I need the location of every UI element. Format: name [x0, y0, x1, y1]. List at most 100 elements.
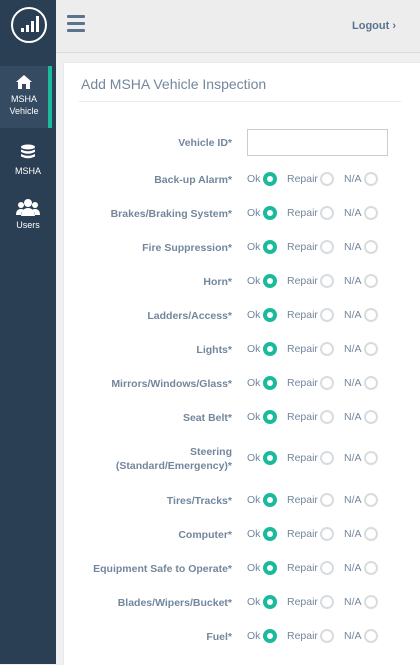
- seat-belt-ok-radio[interactable]: [263, 410, 277, 424]
- repair-option-label: Repair: [287, 411, 318, 423]
- inspection-item-label: Steering (Standard/Emergency)*: [116, 445, 232, 473]
- fuel-na-radio[interactable]: [364, 629, 378, 643]
- menu-toggle-icon[interactable]: [67, 15, 85, 32]
- ok-option-label: Ok: [247, 596, 261, 608]
- home-icon: [16, 75, 32, 89]
- na-option-label: N/A: [344, 596, 362, 608]
- ok-option-label: Ok: [247, 494, 261, 506]
- sidebar-item-label: Vehicle: [9, 106, 39, 116]
- computer-ok-radio[interactable]: [263, 527, 277, 541]
- ok-option-label: Ok: [247, 630, 261, 642]
- repair-option-label: Repair: [287, 207, 318, 219]
- inspection-item-label: Computer*: [178, 529, 232, 541]
- seat-belt-na-radio[interactable]: [364, 410, 378, 424]
- app-logo[interactable]: [11, 7, 47, 43]
- blades-wipers-bucket-ok-radio[interactable]: [263, 595, 277, 609]
- na-option-label: N/A: [344, 452, 362, 464]
- repair-option-label: Repair: [287, 562, 318, 574]
- equipment-safe-to-operate-repair-radio[interactable]: [320, 561, 334, 575]
- inspection-item-label: Tires/Tracks*: [166, 495, 232, 507]
- fuel-repair-radio[interactable]: [320, 629, 334, 643]
- chevron-right-icon: ›: [392, 20, 396, 32]
- equipment-safe-to-operate-na-radio[interactable]: [364, 561, 378, 575]
- computer-repair-radio[interactable]: [320, 527, 334, 541]
- mirrors-windows-glass-ok-radio[interactable]: [263, 376, 277, 390]
- inspection-item-label: Brakes/Braking System*: [110, 208, 232, 220]
- inspection-item-label-line: (Standard/Emergency)*: [115, 460, 232, 472]
- inspection-item-label: Ladders/Access*: [147, 310, 232, 322]
- horn-repair-radio[interactable]: [320, 274, 334, 288]
- inspection-form-panel: Add MSHA Vehicle Inspection Vehicle ID* …: [63, 62, 420, 665]
- sidebar-item-msha[interactable]: MSHA: [0, 144, 56, 184]
- back-up-alarm-na-radio[interactable]: [364, 172, 378, 186]
- lights-repair-radio[interactable]: [320, 342, 334, 356]
- lights-na-radio[interactable]: [364, 342, 378, 356]
- sidebar-item-label: MSHA: [10, 94, 37, 104]
- users-icon: [16, 199, 40, 216]
- fire-suppression-repair-radio[interactable]: [320, 240, 334, 254]
- ladders-access-repair-radio[interactable]: [320, 308, 334, 322]
- fuel-ok-radio[interactable]: [263, 629, 277, 643]
- tires-tracks-repair-radio[interactable]: [320, 493, 334, 507]
- lights-ok-radio[interactable]: [263, 342, 277, 356]
- brakes-braking-system-na-radio[interactable]: [364, 206, 378, 220]
- tires-tracks-ok-radio[interactable]: [263, 493, 277, 507]
- ok-option-label: Ok: [247, 528, 261, 540]
- computer-na-radio[interactable]: [364, 527, 378, 541]
- repair-option-label: Repair: [287, 377, 318, 389]
- brakes-braking-system-repair-radio[interactable]: [320, 206, 334, 220]
- equipment-safe-to-operate-ok-radio[interactable]: [263, 561, 277, 575]
- repair-option-label: Repair: [287, 173, 318, 185]
- tires-tracks-na-radio[interactable]: [364, 493, 378, 507]
- fire-suppression-na-radio[interactable]: [364, 240, 378, 254]
- blades-wipers-bucket-na-radio[interactable]: [364, 595, 378, 609]
- inspection-item-label: Equipment Safe to Operate*: [93, 563, 232, 575]
- back-up-alarm-repair-radio[interactable]: [320, 172, 334, 186]
- ladders-access-ok-radio[interactable]: [263, 308, 277, 322]
- sidebar-item-users[interactable]: Users: [0, 198, 56, 238]
- repair-option-label: Repair: [287, 241, 318, 253]
- inspection-item-label: Fuel*: [206, 631, 232, 643]
- ok-option-label: Ok: [247, 343, 261, 355]
- na-option-label: N/A: [344, 275, 362, 287]
- na-option-label: N/A: [344, 309, 362, 321]
- horn-na-radio[interactable]: [364, 274, 378, 288]
- ok-option-label: Ok: [247, 411, 261, 423]
- seat-belt-repair-radio[interactable]: [320, 410, 334, 424]
- logout-label: Logout: [352, 20, 390, 32]
- ok-option-label: Ok: [247, 241, 261, 253]
- ok-option-label: Ok: [247, 562, 261, 574]
- repair-option-label: Repair: [287, 596, 318, 608]
- ok-option-label: Ok: [247, 207, 261, 219]
- mirrors-windows-glass-repair-radio[interactable]: [320, 376, 334, 390]
- sidebar-item-msha-vehicle[interactable]: MSHA Vehicle: [0, 66, 52, 128]
- ok-option-label: Ok: [247, 377, 261, 389]
- na-option-label: N/A: [344, 630, 362, 642]
- vehicle-id-input[interactable]: [247, 129, 388, 156]
- repair-option-label: Repair: [287, 452, 318, 464]
- ladders-access-na-radio[interactable]: [364, 308, 378, 322]
- inspection-item-label: Horn*: [203, 276, 232, 288]
- brakes-braking-system-ok-radio[interactable]: [263, 206, 277, 220]
- repair-option-label: Repair: [287, 343, 318, 355]
- mirrors-windows-glass-na-radio[interactable]: [364, 376, 378, 390]
- na-option-label: N/A: [344, 377, 362, 389]
- blades-wipers-bucket-repair-radio[interactable]: [320, 595, 334, 609]
- back-up-alarm-ok-radio[interactable]: [263, 172, 277, 186]
- ok-option-label: Ok: [247, 309, 261, 321]
- steering-ok-radio[interactable]: [263, 451, 277, 465]
- repair-option-label: Repair: [287, 630, 318, 642]
- inspection-item-label: Lights*: [196, 344, 232, 356]
- na-option-label: N/A: [344, 343, 362, 355]
- ok-option-label: Ok: [247, 275, 261, 287]
- repair-option-label: Repair: [287, 309, 318, 321]
- sidebar-item-label: MSHA: [14, 166, 41, 176]
- inspection-item-label-line: Steering: [189, 446, 232, 458]
- horn-ok-radio[interactable]: [263, 274, 277, 288]
- fire-suppression-ok-radio[interactable]: [263, 240, 277, 254]
- inspection-item-label: Back-up Alarm*: [154, 174, 232, 186]
- steering-na-radio[interactable]: [364, 451, 378, 465]
- steering-repair-radio[interactable]: [320, 451, 334, 465]
- logout-link[interactable]: Logout ›: [352, 20, 396, 32]
- na-option-label: N/A: [344, 241, 362, 253]
